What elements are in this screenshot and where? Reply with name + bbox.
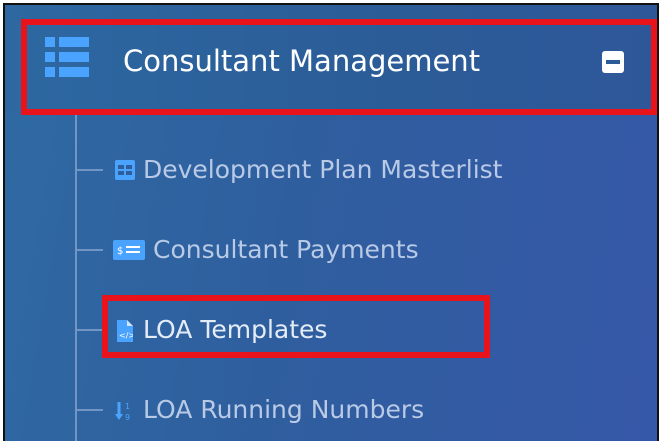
svg-text:</>: </> <box>119 331 133 340</box>
code-file-icon: </> <box>117 320 133 342</box>
menu-item-label: LOA Running Numbers <box>143 395 425 424</box>
tree-connector <box>77 249 103 251</box>
minus-square-icon[interactable] <box>602 51 624 73</box>
list-icon <box>45 37 89 77</box>
tree-connector <box>77 169 103 171</box>
menu-group-header[interactable]: Consultant Management <box>5 5 657 112</box>
menu-group-title: Consultant Management <box>123 44 481 78</box>
screenshot-frame: Consultant Management Development Plan M… <box>3 3 659 441</box>
money-card-icon: $ <box>113 240 145 260</box>
sort-numeric-icon: 1 9 <box>115 402 130 422</box>
menu-item-label: Consultant Payments <box>153 235 419 264</box>
tree-connector <box>77 329 103 331</box>
table-icon <box>115 160 135 180</box>
svg-text:1: 1 <box>125 402 130 411</box>
menu-item-consultant-payments[interactable]: $ Consultant Payments <box>77 230 657 270</box>
menu-item-loa-running-numbers[interactable]: 1 9 LOA Running Numbers <box>77 390 657 430</box>
menu-item-label: LOA Templates <box>143 315 328 344</box>
svg-text:9: 9 <box>125 413 130 422</box>
menu-item-label: Development Plan Masterlist <box>143 155 503 184</box>
menu-item-loa-templates[interactable]: </> LOA Templates <box>77 310 657 350</box>
menu-item-development-plan-masterlist[interactable]: Development Plan Masterlist <box>77 150 657 190</box>
sidebar: Consultant Management Development Plan M… <box>5 5 657 441</box>
svg-text:$: $ <box>117 246 123 257</box>
tree-connector <box>77 409 103 411</box>
